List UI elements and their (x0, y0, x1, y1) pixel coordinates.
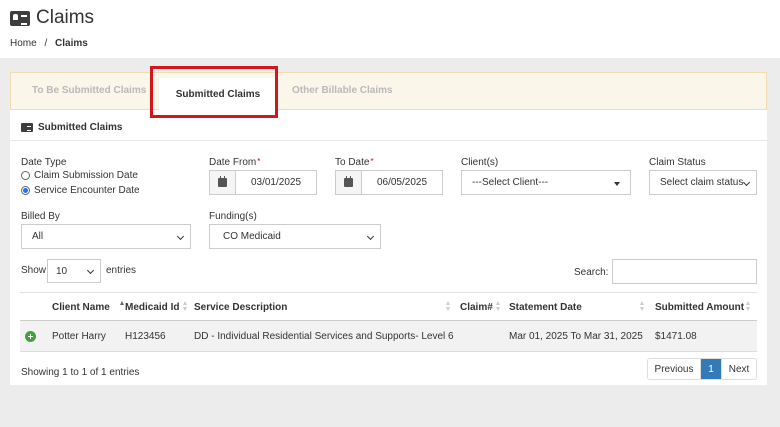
chevron-down-icon (742, 178, 751, 187)
claim-status-label: Claim Status (649, 157, 706, 168)
id-card-icon (10, 10, 30, 26)
sort-icon (446, 301, 451, 312)
required-mark: * (257, 157, 261, 166)
claim-status-select[interactable]: Select claim status (649, 170, 757, 195)
page-header: Claims Home / Claims (0, 0, 780, 58)
clients-label: Client(s) (461, 157, 499, 168)
table-header: Client Name Medicaid Id Service Descript… (20, 292, 757, 321)
highlight-box (150, 66, 278, 118)
chevron-down-icon (86, 266, 95, 275)
date-type-label: Date Type (21, 157, 67, 168)
sort-icon (640, 301, 645, 312)
cell-client-name: Potter Harry (52, 331, 106, 342)
clients-select[interactable]: ---Select Client--- (461, 170, 631, 195)
section-title-text: Submitted Claims (38, 122, 123, 133)
breadcrumb-separator: / (44, 38, 48, 49)
to-date-field[interactable]: 06/05/2025 (335, 170, 443, 195)
date-from-calendar-button[interactable] (210, 171, 236, 194)
entries-label: entries (106, 265, 137, 276)
plus-circle-icon[interactable] (25, 331, 36, 342)
tab-other-billable-claims[interactable]: Other Billable Claims (292, 85, 393, 96)
page-title-text: Claims (36, 7, 95, 28)
radio-button[interactable] (21, 186, 30, 195)
column-submitted-amount[interactable]: Submitted Amount (655, 302, 744, 313)
column-claim-number[interactable]: Claim# (460, 302, 493, 313)
table-row[interactable]: Potter Harry H123456 DD - Individual Res… (20, 321, 757, 352)
to-date-calendar-button[interactable] (336, 171, 362, 194)
billed-by-select[interactable]: All (21, 224, 191, 249)
column-service-description[interactable]: Service Description (194, 302, 287, 313)
breadcrumb-current: Claims (55, 38, 88, 49)
cell-submitted-amount: $1471.08 (655, 331, 697, 342)
entries-select-value: 10 (56, 265, 68, 277)
page-title: Claims (10, 7, 94, 29)
funding-select[interactable]: CO Medicaid (209, 224, 381, 249)
id-card-icon (21, 123, 33, 132)
radio-label: Service Encounter Date (34, 185, 140, 196)
sort-icon (496, 301, 501, 312)
claims-card: To Be Submitted Claims Submitted Claims … (10, 66, 767, 385)
date-from-input[interactable]: 03/01/2025 (236, 171, 316, 194)
column-statement-date[interactable]: Statement Date (509, 302, 582, 313)
funding-select-value: CO Medicaid (223, 231, 281, 242)
column-client-name[interactable]: Client Name (52, 302, 110, 313)
sort-icon (746, 301, 751, 312)
to-date-input[interactable]: 06/05/2025 (362, 171, 442, 194)
date-from-label: Date From* (209, 157, 260, 168)
calendar-icon (218, 176, 227, 187)
tabs-bar: To Be Submitted Claims Submitted Claims … (10, 72, 767, 111)
funding-label: Funding(s) (209, 211, 257, 222)
radio-button[interactable] (21, 171, 30, 180)
section-title: Submitted Claims (21, 122, 122, 133)
to-date-label-text: To Date (335, 157, 370, 168)
table-info: Showing 1 to 1 of 1 entries (21, 367, 140, 378)
previous-page-button[interactable]: Previous (648, 359, 701, 379)
date-from-field[interactable]: 03/01/2025 (209, 170, 317, 195)
required-mark: * (370, 157, 374, 166)
breadcrumb: Home / Claims (10, 38, 88, 49)
radio-label: Claim Submission Date (34, 170, 138, 181)
tab-to-be-submitted-claims[interactable]: To Be Submitted Claims (32, 85, 146, 96)
pagination: Previous 1 Next (647, 358, 757, 380)
date-from-label-text: Date From (209, 157, 257, 168)
breadcrumb-home[interactable]: Home (10, 38, 37, 49)
to-date-label: To Date* (335, 157, 374, 168)
radio-service-encounter-date[interactable]: Service Encounter Date (21, 185, 140, 196)
sort-icon (183, 301, 188, 312)
billed-by-label: Billed By (21, 211, 60, 222)
sort-ascending-icon (120, 301, 124, 305)
chevron-down-icon (366, 232, 375, 241)
search-input[interactable] (612, 259, 757, 284)
search-label: Search: (574, 267, 609, 278)
entries-select[interactable]: 10 (47, 259, 101, 283)
cell-statement-date: Mar 01, 2025 To Mar 31, 2025 (509, 331, 643, 342)
cell-service-description: DD - Individual Residential Services and… (194, 331, 454, 342)
radio-claim-submission-date[interactable]: Claim Submission Date (21, 170, 138, 181)
calendar-icon (344, 176, 353, 187)
claim-status-select-value: Select claim status (660, 177, 744, 188)
caret-down-icon (614, 182, 620, 186)
cell-medicaid-id: H123456 (125, 331, 166, 342)
billed-by-select-value: All (32, 231, 44, 242)
chevron-down-icon (176, 232, 185, 241)
show-label: Show (21, 265, 47, 276)
column-medicaid-id[interactable]: Medicaid Id (125, 302, 179, 313)
next-page-button[interactable]: Next (721, 359, 756, 379)
divider (10, 140, 767, 141)
page-button[interactable]: 1 (701, 359, 721, 379)
clients-select-value: ---Select Client--- (472, 177, 549, 188)
